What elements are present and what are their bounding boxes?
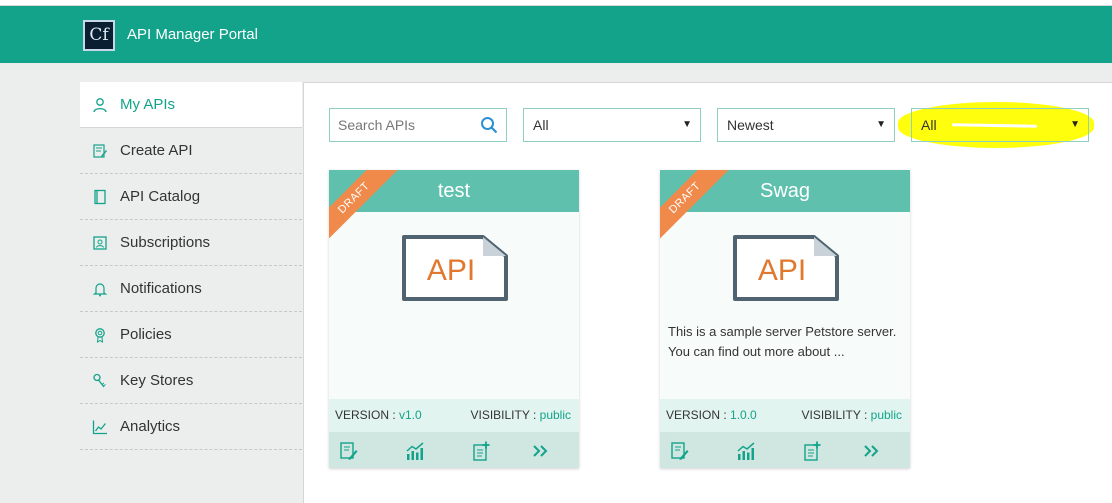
chevron-down-icon: ▼: [682, 119, 692, 130]
more-icon[interactable]: [530, 441, 550, 461]
analytics-icon[interactable]: [736, 441, 756, 461]
chevron-down-icon: ▼: [1070, 119, 1080, 130]
sort-select-value: Newest: [727, 117, 774, 133]
api-document-icon: API: [733, 235, 839, 301]
add-document-icon[interactable]: [802, 441, 822, 461]
add-document-icon[interactable]: [471, 441, 491, 461]
version-value: v1.0: [399, 408, 422, 422]
sidebar-item-label: Policies: [120, 326, 172, 343]
search-icon[interactable]: [480, 116, 498, 134]
sidebar-item-label: Subscriptions: [120, 234, 211, 251]
search-box: [329, 108, 507, 142]
chart-icon: [92, 419, 108, 435]
api-image-text: API: [427, 254, 475, 287]
edit-icon: [92, 143, 108, 159]
filter-select[interactable]: All ▼: [523, 108, 701, 142]
book-icon: [92, 189, 108, 205]
keys-icon: [92, 373, 108, 389]
app-title[interactable]: API Manager Portal: [127, 26, 258, 43]
api-document-icon: API: [402, 235, 508, 301]
sidebar-item-subscriptions[interactable]: Subscriptions: [80, 220, 302, 266]
sidebar-item-label: Key Stores: [120, 372, 194, 389]
more-icon[interactable]: [861, 441, 881, 461]
sidebar-item-policies[interactable]: Policies: [80, 312, 302, 358]
visibility-select-value: All: [921, 117, 937, 133]
api-card-meta: VERSION : v1.0 VISIBILITY : public: [329, 399, 579, 432]
visibility-value: public: [870, 408, 902, 422]
api-card-meta: VERSION : 1.0.0 VISIBILITY : public: [660, 399, 910, 432]
api-card-actions: [660, 432, 910, 468]
badge-icon: [92, 327, 108, 343]
edit-icon[interactable]: [339, 441, 359, 461]
search-input[interactable]: [330, 109, 470, 141]
visibility-info: VISIBILITY : public: [470, 408, 571, 422]
sidebar-item-label: Notifications: [120, 280, 202, 297]
sidebar-item-label: API Catalog: [120, 188, 201, 205]
version-value: 1.0.0: [730, 408, 757, 422]
api-image-text: API: [758, 254, 806, 287]
visibility-info: VISIBILITY : public: [801, 408, 902, 422]
sidebar-item-label: Analytics: [120, 418, 181, 435]
api-card[interactable]: Swag DRAFT API This is a sample server P…: [660, 170, 910, 468]
sidebar-item-label: My APIs: [120, 96, 176, 113]
sidebar-item-my-apis[interactable]: My APIs: [80, 82, 302, 128]
analytics-icon[interactable]: [405, 441, 425, 461]
api-card-description: This is a sample server Petstore server.…: [668, 324, 897, 359]
api-card[interactable]: test DRAFT API VERSION : v1.0 VISIBILITY…: [329, 170, 579, 468]
visibility-value: public: [539, 408, 571, 422]
filter-select-value: All: [533, 117, 549, 133]
edit-icon[interactable]: [670, 441, 690, 461]
sidebar-item-key-stores[interactable]: Key Stores: [80, 358, 302, 404]
chevron-down-icon: ▼: [876, 119, 886, 130]
app-logo[interactable]: Cf: [83, 20, 115, 51]
sidebar-nav: My APIs Create API API Catalog Subscript…: [80, 82, 302, 450]
sort-select[interactable]: Newest ▼: [717, 108, 895, 142]
bell-icon: [92, 281, 108, 297]
contacts-icon: [92, 235, 108, 251]
app-header: Cf API Manager Portal: [0, 6, 1112, 63]
sidebar-item-create-api[interactable]: Create API: [80, 128, 302, 174]
version-info: VERSION : v1.0: [335, 408, 422, 422]
version-info: VERSION : 1.0.0: [666, 408, 757, 422]
sidebar-item-label: Create API: [120, 142, 193, 159]
sidebar-item-api-catalog[interactable]: API Catalog: [80, 174, 302, 220]
api-card-actions: [329, 432, 579, 468]
user-icon: [92, 97, 108, 113]
sidebar-item-notifications[interactable]: Notifications: [80, 266, 302, 312]
sidebar-item-analytics[interactable]: Analytics: [80, 404, 302, 450]
